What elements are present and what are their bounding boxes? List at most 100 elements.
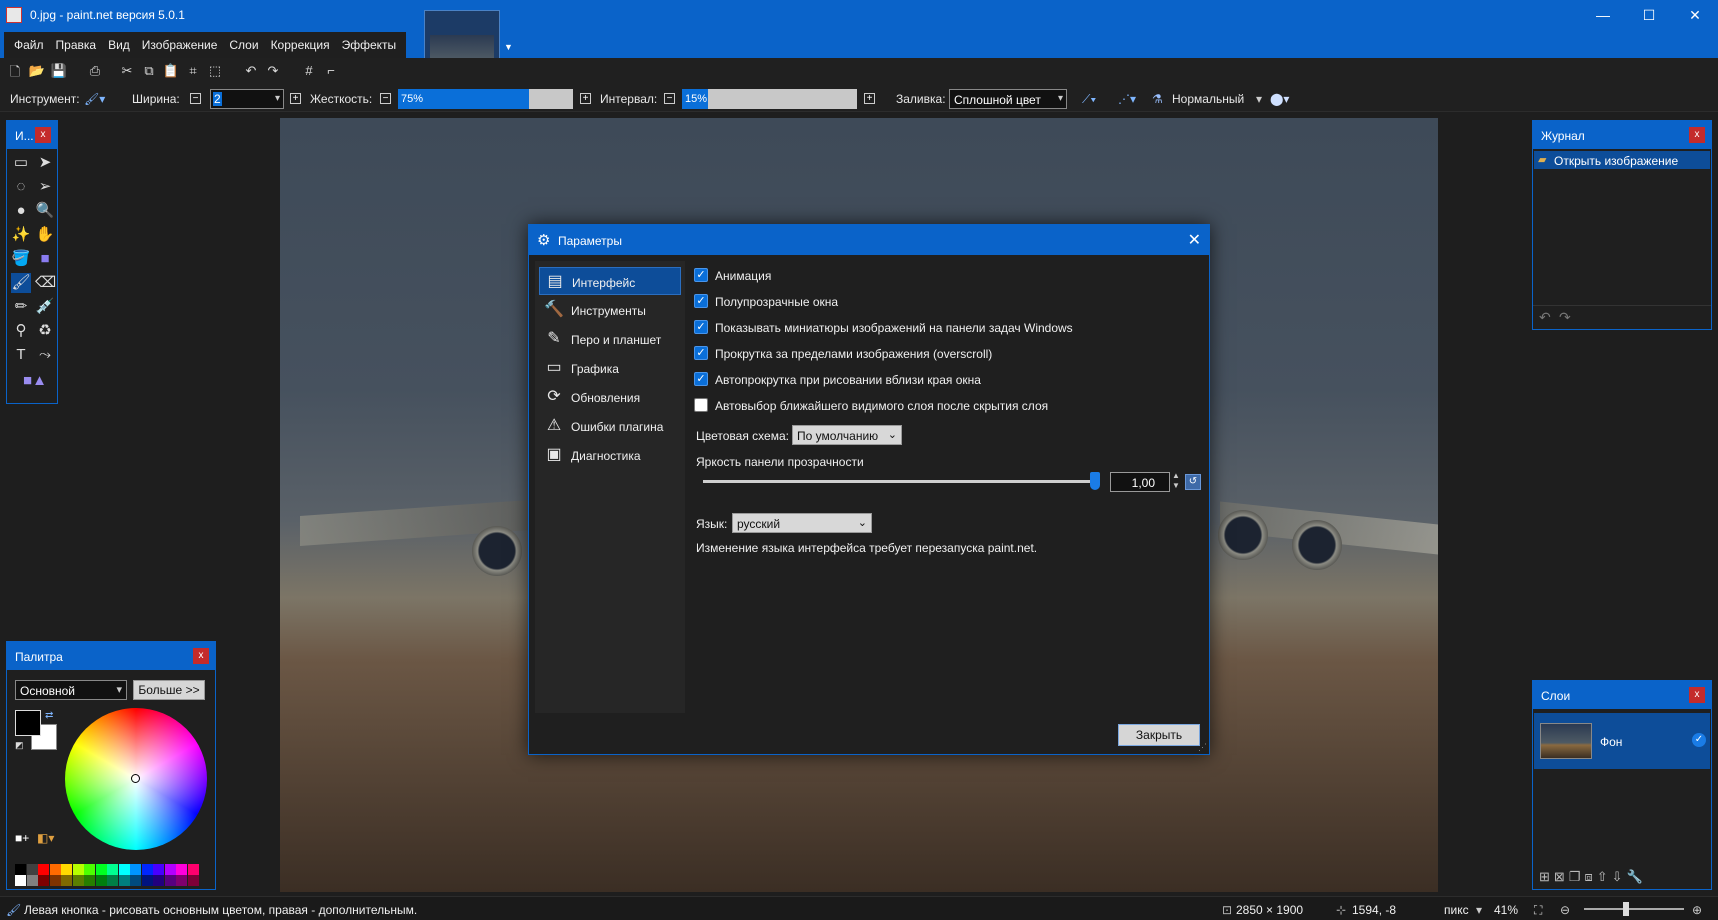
menu-effects[interactable]: Эффекты (336, 38, 403, 52)
palette-swatch[interactable] (141, 875, 153, 886)
recolor-icon[interactable]: ♻ (35, 321, 55, 341)
palette-swatch[interactable] (118, 875, 130, 886)
rectangle-select-icon[interactable]: ▭ (11, 153, 31, 173)
checkbox-autoscroll[interactable]: ✓ (694, 372, 708, 386)
hardness-increase-button[interactable]: + (580, 93, 591, 104)
fill-select[interactable]: Сплошной цвет ▾ (949, 89, 1067, 109)
dialog-close-icon[interactable]: ✕ (1188, 230, 1201, 250)
move-selection-icon[interactable]: ➢ (35, 177, 55, 197)
palette-swatch[interactable] (107, 875, 118, 886)
settings-nav-item[interactable]: ✎ Перо и планшет (539, 325, 681, 353)
palette-swatch[interactable] (176, 875, 187, 886)
undo-icon[interactable]: ↶ (242, 63, 260, 81)
reset-colors-icon[interactable]: ◩ (15, 740, 24, 751)
settings-nav-item[interactable]: ▣ Диагностика (539, 441, 681, 469)
palette-swatch[interactable] (118, 864, 130, 875)
text-icon[interactable]: T (11, 345, 31, 365)
grid-icon[interactable]: # (300, 63, 318, 81)
history-panel-close-icon[interactable]: x (1689, 127, 1705, 143)
eraser-icon[interactable]: ⌫ (35, 273, 56, 293)
palette-swatch[interactable] (49, 875, 61, 886)
zoom-to-window-icon[interactable]: ⛶ (1534, 903, 1542, 918)
rulers-icon[interactable]: ⌐ (322, 63, 340, 81)
palette-menu-icon[interactable]: ◧▾ (37, 831, 54, 845)
menu-adjustments[interactable]: Коррекция (265, 38, 336, 52)
minimize-button[interactable]: — (1580, 0, 1626, 30)
menu-image[interactable]: Изображение (136, 38, 224, 52)
palette-swatch[interactable] (176, 864, 187, 875)
width-increase-button[interactable]: + (290, 93, 301, 104)
units-chevron-icon[interactable]: ▾ (1476, 903, 1482, 917)
save-icon[interactable]: 💾 (50, 63, 68, 81)
brightness-slider-thumb[interactable] (1090, 472, 1100, 490)
interval-decrease-button[interactable]: − (664, 93, 675, 104)
checkbox-auto-select-layer[interactable] (694, 398, 708, 412)
hardness-slider[interactable]: 75% (398, 89, 573, 109)
move-layer-up-icon[interactable]: ⇧ (1597, 869, 1608, 885)
checkbox-taskbar-thumbnails[interactable]: ✓ (694, 320, 708, 334)
palette-swatch[interactable] (130, 864, 141, 875)
interval-increase-button[interactable]: + (864, 93, 875, 104)
paintbrush-tool-icon[interactable]: 🖌▾ (84, 92, 105, 106)
close-window-button[interactable]: ✕ (1672, 0, 1718, 30)
redo-icon[interactable]: ↷ (264, 63, 282, 81)
history-item[interactable]: ▰ Открыть изображение (1534, 151, 1710, 169)
width-decrease-button[interactable]: − (190, 93, 201, 104)
lasso-select-icon[interactable]: ◌ (11, 177, 31, 197)
zoom-slider-thumb[interactable] (1622, 902, 1629, 916)
language-select[interactable]: русский ⌄ (732, 513, 872, 533)
palette-swatch[interactable] (164, 864, 176, 875)
menu-layers[interactable]: Слои (223, 38, 264, 52)
settings-nav-item[interactable]: ▭ Графика (539, 354, 681, 382)
palette-swatch[interactable] (187, 864, 199, 875)
zoom-icon[interactable]: 🔍 (35, 201, 55, 221)
add-color-icon[interactable]: ■+ (15, 831, 29, 845)
palette-swatch[interactable] (26, 864, 38, 875)
palette-swatch[interactable] (84, 875, 95, 886)
tools-panel-close-icon[interactable]: x (35, 127, 51, 143)
alpha-blending-icon[interactable]: ⋰▾ (1118, 92, 1136, 106)
primary-color-swatch[interactable] (15, 710, 41, 736)
color-wheel[interactable] (65, 708, 207, 850)
layer-properties-icon[interactable]: 🔧 (1627, 869, 1643, 885)
new-file-icon[interactable]: 🗋 (6, 63, 24, 81)
ellipse-select-icon[interactable]: ● (11, 201, 31, 221)
line-curve-icon[interactable]: ⤳ (35, 345, 55, 365)
palette-swatch[interactable] (38, 864, 49, 875)
add-layer-icon[interactable]: ⊞ (1539, 869, 1550, 885)
palette-swatch[interactable] (72, 875, 84, 886)
paste-icon[interactable]: 📋 (162, 63, 180, 81)
settings-nav-item[interactable]: ⟳ Обновления (539, 383, 681, 411)
palette-swatch[interactable] (141, 864, 153, 875)
crop-icon[interactable]: ⌗ (184, 63, 202, 81)
layer-visibility-checkbox[interactable]: ✓ (1692, 733, 1706, 747)
clone-stamp-icon[interactable]: ⚲ (11, 321, 31, 341)
layer-row[interactable]: Фон ✓ (1534, 713, 1710, 769)
palette-swatch[interactable] (84, 864, 95, 875)
duplicate-layer-icon[interactable]: ❐ (1569, 869, 1581, 885)
dialog-close-button[interactable]: Закрыть (1118, 724, 1200, 746)
palette-swatch[interactable] (72, 864, 84, 875)
zoom-slider[interactable] (1584, 902, 1684, 916)
spin-arrows-icon[interactable]: ▲ ▼ (1172, 471, 1180, 491)
move-selected-icon[interactable]: ➤ (35, 153, 55, 173)
open-file-icon[interactable]: 📂 (28, 63, 46, 81)
checkbox-animation[interactable]: ✓ (694, 268, 708, 282)
layers-panel-close-icon[interactable]: x (1689, 687, 1705, 703)
gradient-icon[interactable]: ■ (35, 249, 55, 269)
hardness-decrease-button[interactable]: − (380, 93, 391, 104)
palette-swatch[interactable] (153, 864, 164, 875)
print-icon[interactable]: ⎙ (86, 63, 104, 81)
palette-swatch[interactable] (61, 864, 72, 875)
paintbrush-icon[interactable]: 🖌 (11, 273, 31, 293)
color-picker-icon[interactable]: 💉 (35, 297, 55, 317)
paint-bucket-icon[interactable]: 🪣 (11, 249, 31, 269)
zoom-value[interactable]: 41% (1494, 903, 1518, 917)
reset-brightness-button[interactable]: ↺ (1185, 474, 1201, 490)
palette-swatch[interactable] (38, 875, 49, 886)
pencil-icon[interactable]: ✏ (11, 297, 31, 317)
image-list-dropdown-icon[interactable]: ▼ (504, 42, 513, 52)
palette-swatch[interactable] (164, 875, 176, 886)
deselect-icon[interactable]: ⬚ (206, 63, 224, 81)
cut-icon[interactable]: ✂ (118, 63, 136, 81)
